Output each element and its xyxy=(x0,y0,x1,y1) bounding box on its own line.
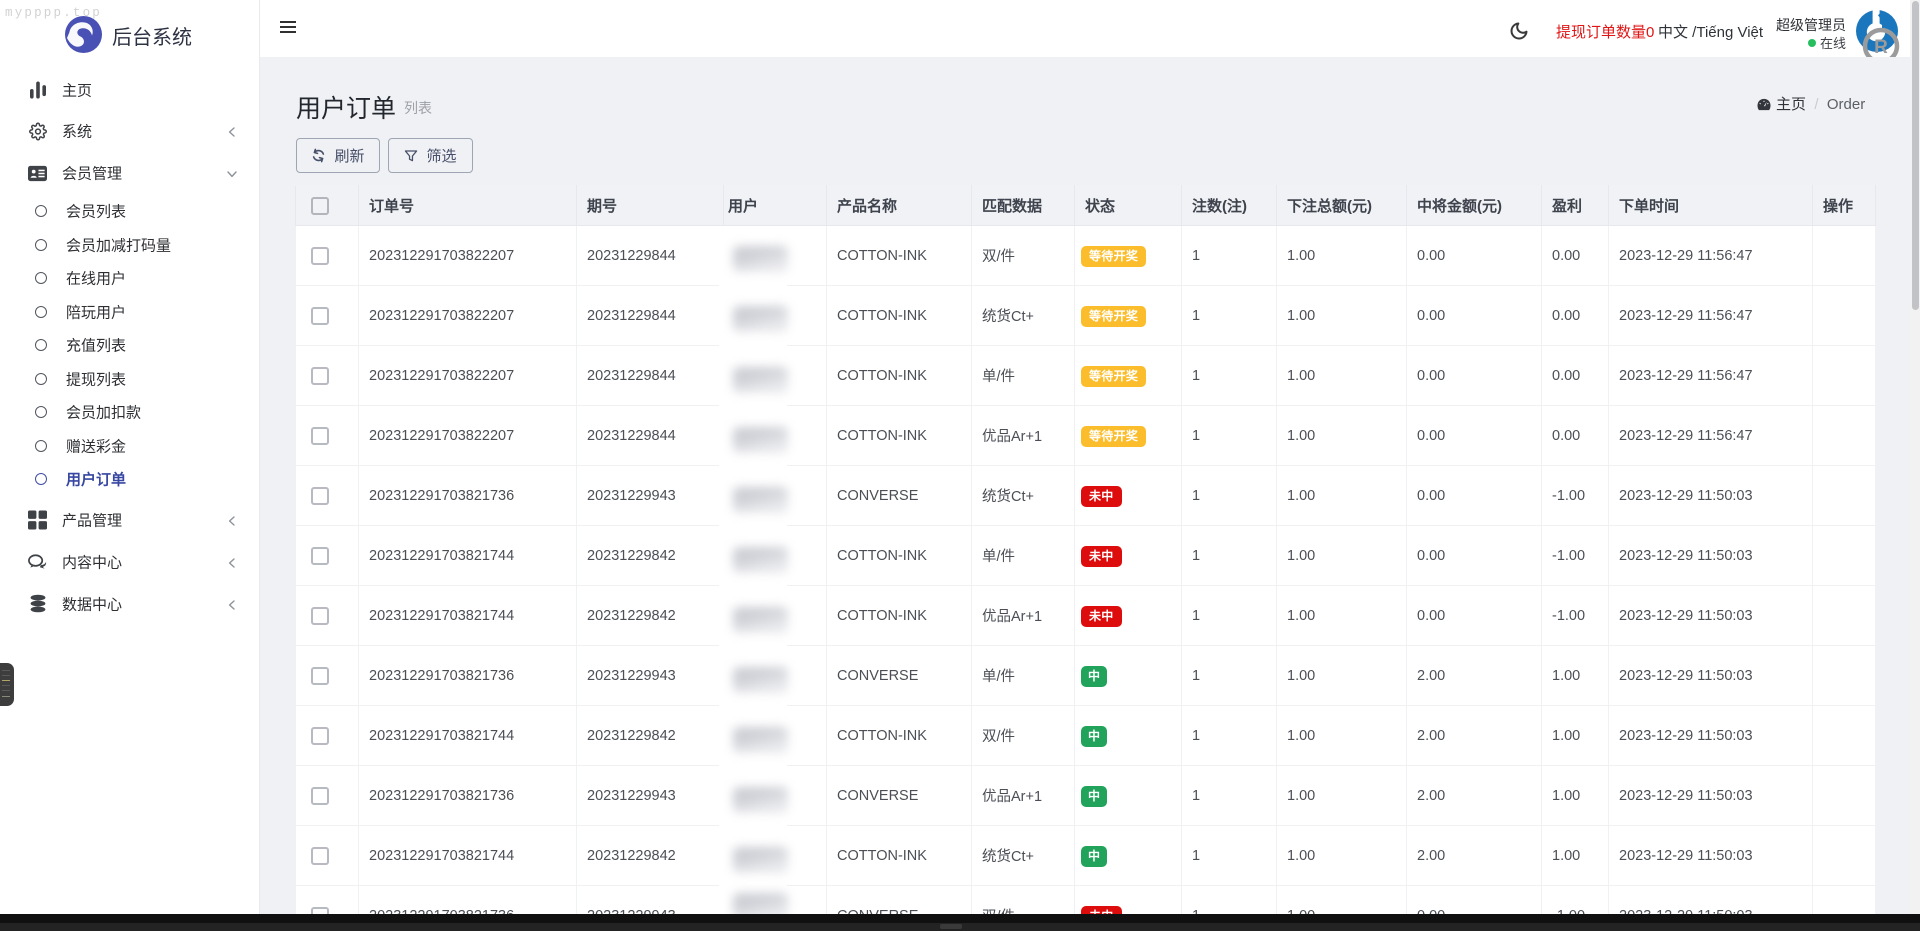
svg-text:R: R xyxy=(1874,37,1888,57)
